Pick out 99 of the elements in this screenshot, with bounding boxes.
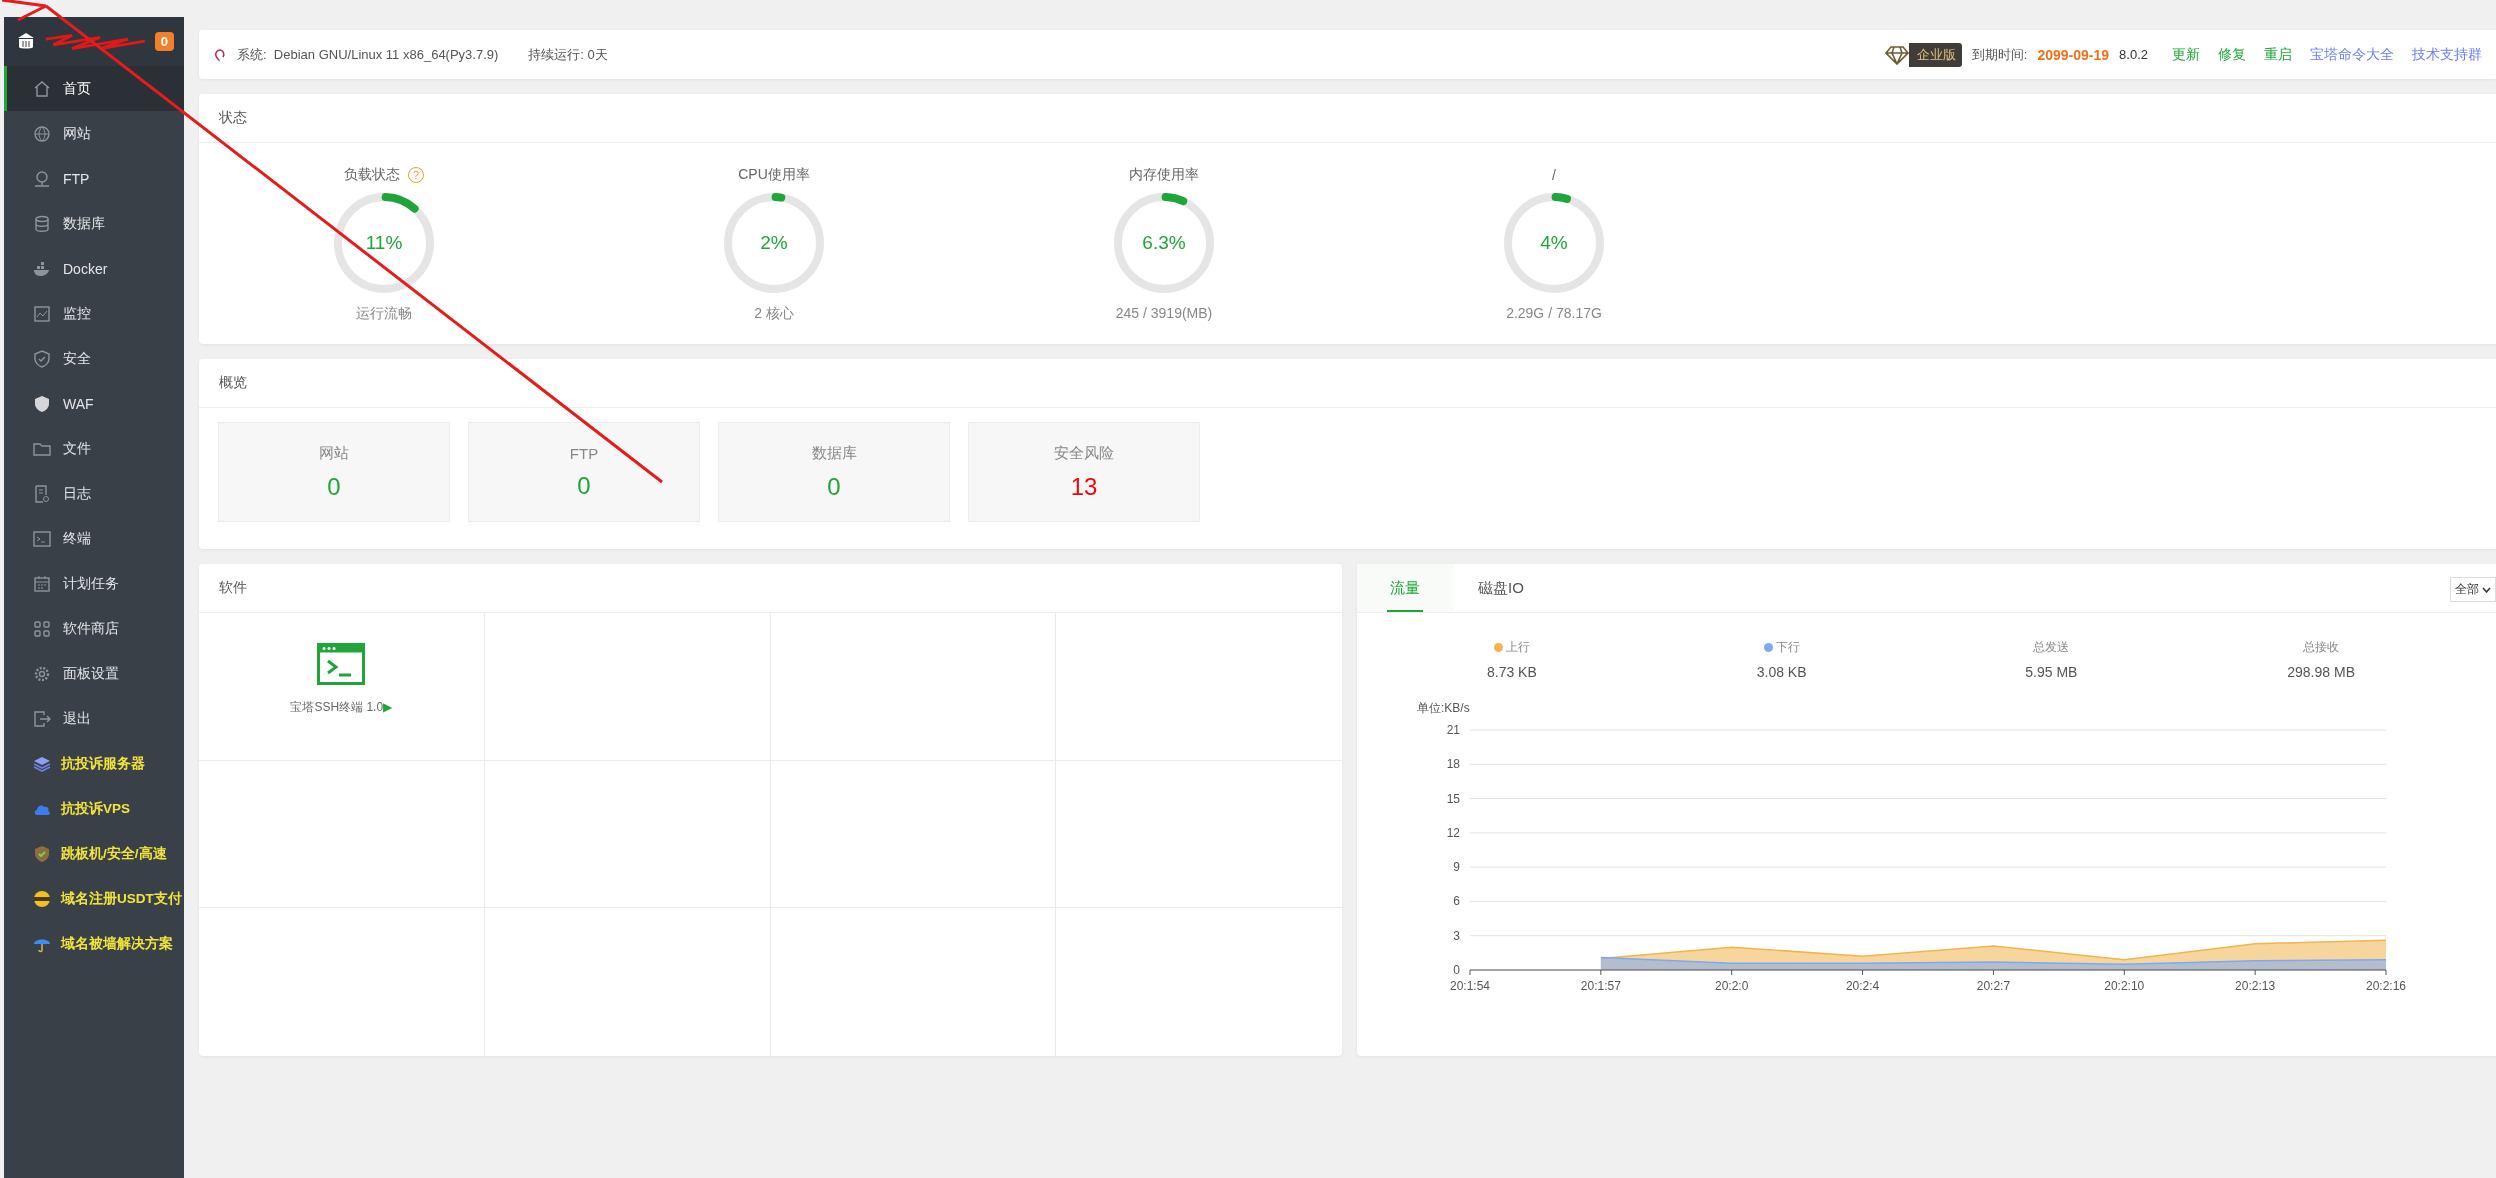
axis-tick: 20:2:0 [1715,979,1749,993]
section-title: 概览 [219,374,247,392]
section-title: 软件 [219,579,247,597]
axis-tick: 20:2:13 [2235,979,2276,993]
home-icon [33,79,51,98]
overview-count: 13 [1070,472,1098,501]
stat-label: 总发送 [2033,639,2070,656]
terminal-icon[interactable] [317,643,366,685]
gauge-label: 负载状态 [344,166,400,184]
gauge-value: 11% [365,232,403,254]
document-icon [33,484,51,503]
sidebar-item[interactable]: 计划任务 [4,561,184,606]
gauge-label: / [1552,167,1556,183]
sidebar-item[interactable]: Docker [4,246,184,291]
axis-tick: 20:1:54 [1450,979,1490,993]
sidebar-item[interactable]: 终端 [4,516,184,561]
gauge-label: CPU使用率 [738,166,810,184]
overview-label: 数据库 [811,443,857,463]
overview-count: 0 [577,471,591,500]
sidebar-item[interactable]: 日志 [4,471,184,516]
calendar-icon [33,574,51,593]
stat-value: 8.73 KB [1486,664,1537,680]
sidebar-item[interactable]: 网站 [4,111,184,156]
axis-tick: 20:2:16 [2366,979,2406,993]
sidebar-item[interactable]: 抗投诉VPS [4,786,184,831]
shield-icon [33,349,51,368]
axis-tick: 21 [1446,723,1460,737]
system-info: 系统: Debian GNU/Linux 11 x86_64(Py3.7.9) [237,45,499,64]
debian-swirl-icon [213,47,227,62]
software-name[interactable]: 宝塔SSH终端 1.0▶ [290,699,393,716]
axis-tick: 6 [1453,894,1460,909]
sidebar-item[interactable]: 监控 [4,291,184,336]
sidebar-item[interactable]: 退出 [4,696,184,741]
sidebar-item[interactable]: 安全 [4,336,184,381]
stat-value: 5.95 MB [2025,664,2078,680]
apps-icon [33,619,51,638]
gauge-value: 4% [1540,232,1568,254]
axis-tick: 0 [1453,963,1460,977]
settings-icon [33,664,51,683]
axis-tick: 20:2:4 [1845,979,1880,993]
shield-icon [33,394,51,413]
whale-icon [33,259,51,278]
layers-icon [33,754,51,773]
terminal-icon [33,529,51,548]
overview-count: 0 [827,472,841,501]
sidebar-item[interactable]: 首页 [4,66,184,111]
sidebar-item[interactable]: WAF [4,381,184,426]
tab[interactable]: 磁盘IO [1453,564,1549,612]
section-title: 状态 [219,109,247,127]
uptime-text: 持续运行: 0天 [528,45,608,64]
expiry-date: 2099-09-19 [2037,46,2110,63]
axis-tick: 15 [1446,791,1460,806]
sidebar-item[interactable]: 面板设置 [4,651,184,696]
gauge-caption: 运行流畅 [356,305,412,323]
gauge-label: 内存使用率 [1129,166,1199,184]
gauge-caption: 2.29G / 78.17G [1506,305,1602,321]
axis-tick: 3 [1453,928,1460,943]
gauge-caption: 245 / 3919(MB) [1115,305,1213,321]
overview-label: 网站 [319,443,349,463]
overview-label: 安全风险 [1054,443,1114,463]
sidebar-item[interactable]: 软件商店 [4,606,184,651]
stat-value: 3.08 KB [1756,664,1807,680]
sidebar-item[interactable]: 数据库 [4,201,184,246]
sidebar-item[interactable]: 抗投诉服务器 [4,741,184,786]
overview-label: FTP [569,444,599,462]
sidebar-item[interactable]: FTP [4,156,184,201]
chevron-down-icon [2482,586,2491,593]
axis-unit: 单位:KB/s [1417,701,1470,715]
stat-label: 总接收 [2303,639,2340,656]
gauge-value: 2% [760,232,788,254]
monitor-icon [33,304,51,323]
legend-label: 下行 [1775,639,1800,656]
overview-count: 0 [327,472,341,501]
sidebar-item[interactable]: 域名注册USDT支付 [4,876,184,921]
legend-label: 上行 [1505,639,1530,656]
axis-tick: 20:1:57 [1580,979,1621,993]
header-link[interactable]: 宝塔命令大全 [2310,45,2394,64]
globe-icon [33,124,51,143]
software-slot[interactable]: 宝塔SSH终端 1.0▶ [199,613,485,761]
axis-tick: 20:2:7 [1976,979,2011,993]
stat-value: 298.98 MB [2287,664,2355,680]
expiry-label: 到期时间: [1971,45,2028,64]
database-icon [33,214,51,233]
axis-tick: 9 [1453,860,1460,875]
diamond-icon [1884,44,1909,65]
sidebar-item[interactable]: 域名被墙解决方案 [4,921,184,966]
version-text: 8.0.2 [2119,47,2148,62]
exit-icon [33,709,51,728]
header-link[interactable]: 技术支持群 [2412,45,2482,64]
overview-card[interactable]: 安全风险 13 [968,422,1200,522]
axis-tick: 18 [1446,757,1460,772]
axis-tick: 20:2:10 [2104,979,2145,993]
gauge-caption: 2 核心 [754,305,794,323]
shield-icon [33,844,51,863]
sidebar-item[interactable]: 文件 [4,426,184,471]
gauge-value: 6.3% [1142,232,1186,254]
sidebar-item[interactable]: 跳板机/安全/高速 [4,831,184,876]
range-select[interactable]: 全部 [2450,577,2496,602]
axis-tick: 12 [1446,825,1460,840]
